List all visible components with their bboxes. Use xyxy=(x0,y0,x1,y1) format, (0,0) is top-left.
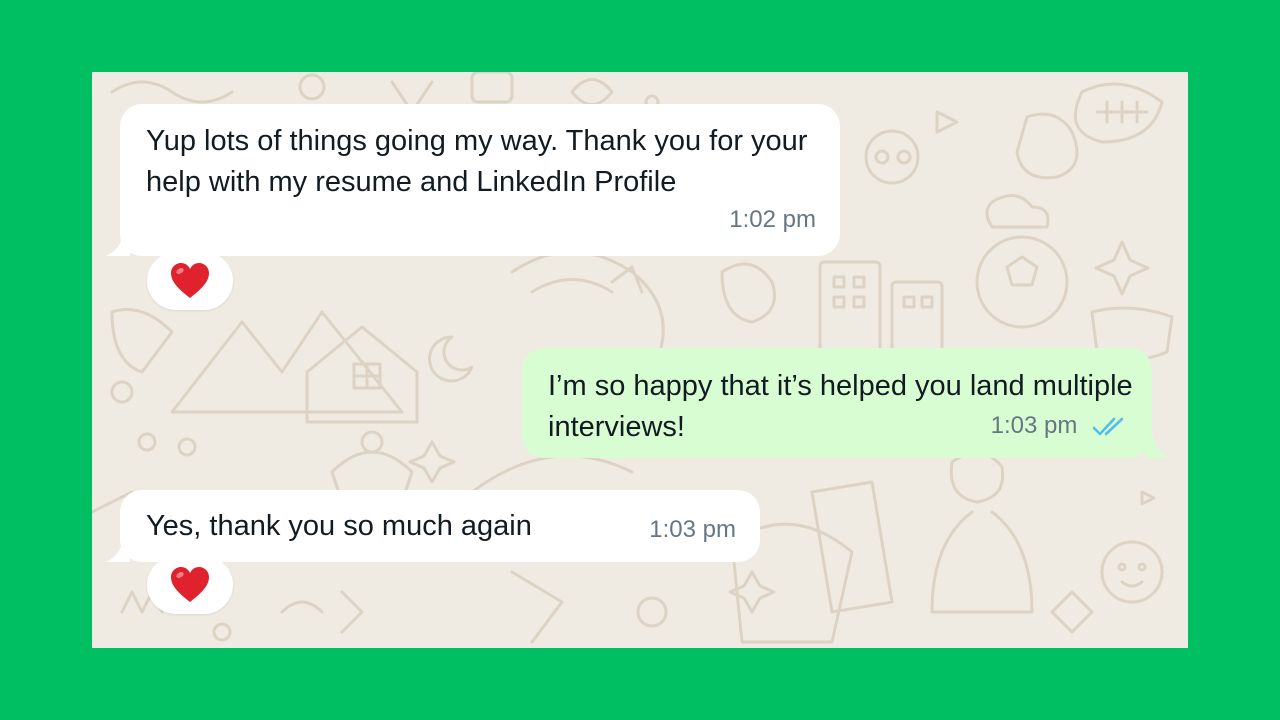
message-timestamp: 1:03 pm xyxy=(649,516,736,543)
message-bubble-incoming[interactable]: Yes, thank you so much again 1:03 pm xyxy=(120,490,760,562)
chat-panel: Yup lots of things going my way. Thank y… xyxy=(92,72,1188,648)
message-timestamp-row: 1:03 pm xyxy=(991,405,1128,446)
message-text: Yup lots of things going my way. Thank y… xyxy=(146,125,808,198)
reaction-badge[interactable] xyxy=(147,252,233,310)
bubble-tail xyxy=(106,234,130,256)
double-check-icon xyxy=(1092,417,1124,435)
message-timestamp: 1:03 pm xyxy=(990,412,1078,439)
bubble-tail xyxy=(1146,436,1170,458)
message-bubble-outgoing[interactable]: I’m so happy that it’s helped you land m… xyxy=(522,348,1152,458)
reaction-badge[interactable] xyxy=(147,556,233,614)
message-timestamp: 1:02 pm xyxy=(729,206,816,233)
bubble-tail xyxy=(106,540,130,562)
message-bubble-incoming[interactable]: Yup lots of things going my way. Thank y… xyxy=(120,104,840,256)
heart-icon xyxy=(171,567,209,602)
message-text: Yes, thank you so much again xyxy=(146,510,532,542)
heart-icon xyxy=(171,263,209,298)
